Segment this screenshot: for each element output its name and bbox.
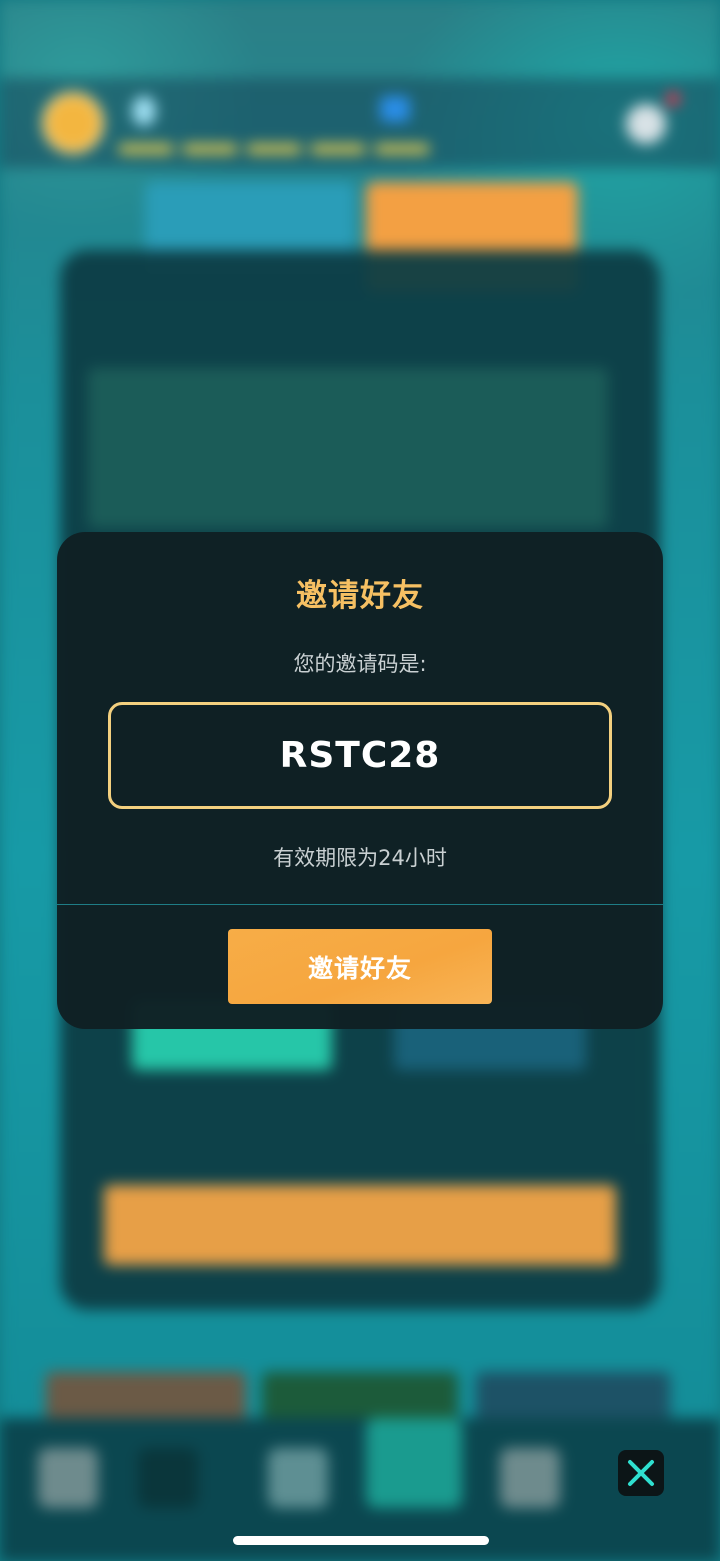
nav-icon [366,1418,462,1508]
modal-divider [57,904,663,905]
nav-icon [500,1448,560,1508]
top-resource-bar [0,78,720,168]
modal-title: 邀请好友 [296,578,424,614]
progress-segment [310,144,366,154]
level-coin-icon [42,92,104,154]
gem-icon [380,96,410,122]
nav-icon [38,1448,98,1508]
background-orange-button [104,1185,616,1265]
home-indicator [233,1536,489,1545]
invite-friends-button[interactable]: 邀请好友 [228,929,492,1004]
background-text-block [88,368,608,528]
nav-icon [138,1448,198,1508]
close-icon [628,1460,654,1486]
invite-code-box: RSTC28 [108,702,612,809]
progress-segment [118,144,174,154]
nav-icon [268,1448,328,1508]
invite-code-label: 您的邀请码是: [293,652,427,676]
notification-dot [666,92,680,106]
progress-segment [246,144,302,154]
progress-segment [374,144,430,154]
settings-gear-icon [626,104,666,144]
water-drop-icon [132,96,156,126]
invite-code-value: RSTC28 [279,735,441,776]
validity-text: 有效期限为24小时 [273,846,447,870]
progress-segment [182,144,238,154]
close-button[interactable] [618,1450,664,1496]
